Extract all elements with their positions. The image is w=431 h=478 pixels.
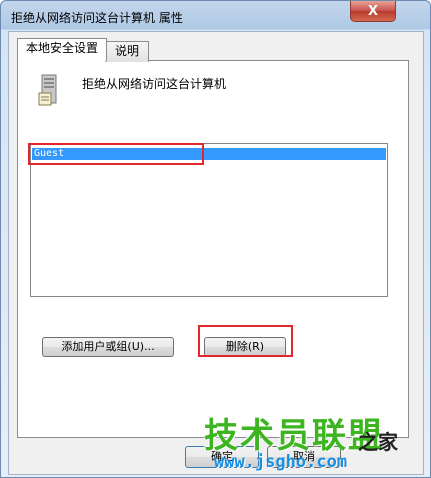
cancel-button[interactable]: 取消	[267, 446, 341, 468]
close-button[interactable]: X	[350, 1, 396, 22]
close-icon: X	[367, 3, 379, 19]
window-title: 拒绝从网络访问这台计算机 属性	[11, 11, 183, 25]
highlight-box-remove	[198, 325, 293, 357]
highlight-box-guest	[28, 143, 204, 165]
add-user-or-group-button[interactable]: 添加用户或组(U)...	[42, 337, 174, 357]
title-bar[interactable]: 拒绝从网络访问这台计算机 属性 X	[1, 1, 430, 31]
tab-local-security-setting[interactable]: 本地安全设置	[17, 38, 107, 61]
user-group-list[interactable]: Guest	[30, 143, 388, 297]
tab-panel: 拒绝从网络访问这台计算机 Guest 添加用户或组(U)... 删除(R)	[17, 60, 409, 438]
dialog-client-area: 本地安全设置 说明 拒绝从网络访问这台计算机 Guest 添加用户或组(U)..…	[8, 31, 424, 475]
server-policy-icon	[38, 74, 57, 106]
policy-title: 拒绝从网络访问这台计算机	[82, 77, 227, 91]
properties-dialog: 拒绝从网络访问这台计算机 属性 X 本地安全设置 说明 拒绝从网络访问这台计算机…	[0, 0, 431, 478]
ok-button[interactable]: 确定	[185, 446, 259, 468]
tab-explain[interactable]: 说明	[105, 41, 149, 62]
